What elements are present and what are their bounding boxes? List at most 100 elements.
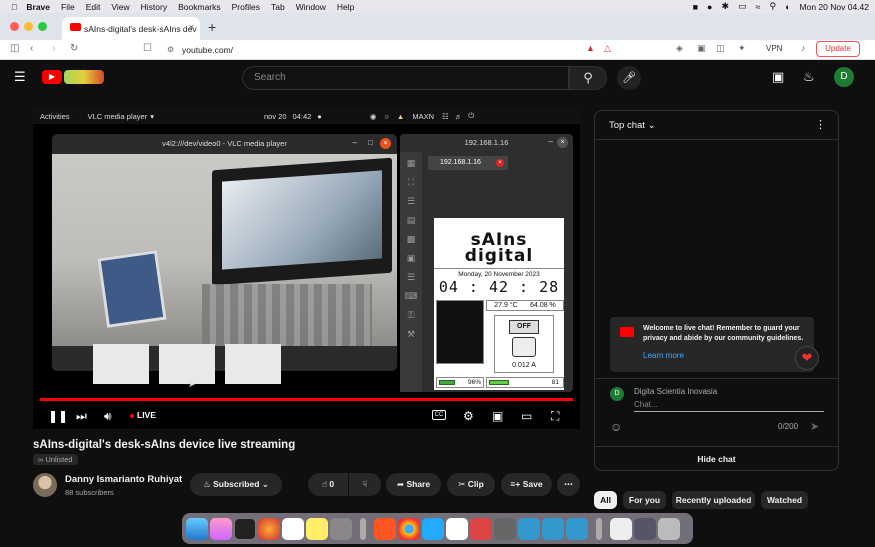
trash-icon[interactable] — [658, 517, 680, 540]
live-badge[interactable]: LIVE — [130, 410, 156, 420]
emoji-icon[interactable]: ☺ — [610, 420, 622, 434]
menu-history[interactable]: History — [141, 2, 167, 12]
pause-button[interactable]: ❚❚ — [48, 408, 68, 424]
calculator-icon[interactable] — [494, 517, 516, 540]
status-app-icon[interactable]: ■ — [693, 2, 698, 12]
voice-search-button[interactable]: 🎤︎ — [617, 66, 641, 90]
chevron-down-icon[interactable]: ⌄ — [648, 120, 656, 131]
sidebar-toggle-icon[interactable]: ◫ — [10, 43, 19, 54]
close-tab-icon[interactable]: × — [189, 22, 194, 32]
menu-bookmarks[interactable]: Bookmarks — [178, 2, 221, 12]
chip-all[interactable]: All — [594, 491, 617, 509]
calendar-icon[interactable] — [282, 517, 304, 540]
powerpoint-icon[interactable] — [470, 517, 492, 540]
menu-edit[interactable]: Edit — [86, 2, 101, 12]
close-window-button[interactable] — [10, 22, 19, 31]
account-avatar[interactable]: D — [834, 67, 854, 87]
settings-gear-icon[interactable]: ⚙ — [463, 408, 474, 424]
menu-help[interactable]: Help — [337, 2, 354, 12]
wifi-icon[interactable]: ≈ — [756, 2, 761, 12]
window-thumbnail-icon[interactable] — [634, 517, 656, 540]
leo-ai-icon[interactable]: ✦ — [738, 43, 746, 54]
subscribed-button[interactable]: ♨ Subscribed ⌄ — [190, 473, 282, 496]
bookmark-icon[interactable]: ☐ — [143, 43, 152, 54]
dislike-button[interactable]: ☟ — [349, 473, 381, 496]
hide-chat-button[interactable]: Hide chat — [595, 446, 838, 471]
menu-app-name[interactable]: Brave — [26, 2, 50, 12]
notes-icon[interactable] — [306, 517, 328, 540]
brave-rewards-icon[interactable]: △ — [604, 43, 611, 54]
bluetooth-icon[interactable]: ✱ — [721, 1, 729, 12]
update-button[interactable]: Update — [816, 41, 860, 57]
extensions-icon[interactable]: ◈ — [676, 43, 683, 54]
chip-for-you[interactable]: For you — [623, 491, 666, 509]
share-button[interactable]: ➦ Share — [386, 473, 441, 496]
menu-view[interactable]: View — [111, 2, 129, 12]
brave-icon[interactable] — [374, 517, 396, 540]
status-app-icon-2[interactable]: ● — [707, 2, 712, 12]
browser-tab-active[interactable]: sAIns-digital's desk-sAIns dev × — [62, 17, 200, 40]
miniplayer-button[interactable]: ▣ — [492, 408, 503, 424]
video-player[interactable]: Activities VLC media player ▾ nov 20 04:… — [33, 108, 580, 429]
chip-recently-uploaded[interactable]: Recently uploaded — [672, 491, 755, 509]
chrome-icon[interactable] — [398, 517, 420, 540]
media-icon[interactable]: ♪ — [801, 43, 806, 53]
vnc-viewer-icon-3[interactable] — [566, 517, 588, 540]
youtube-doodle-logo[interactable] — [64, 70, 104, 84]
apple-menu-icon[interactable]:  — [11, 2, 17, 12]
live-progress-bar[interactable] — [40, 398, 573, 401]
menu-tab[interactable]: Tab — [271, 2, 285, 12]
top-chat-dropdown[interactable]: Top chat — [609, 120, 645, 131]
vnc-viewer-icon-2[interactable] — [542, 517, 564, 540]
search-input[interactable]: Search — [242, 66, 569, 90]
address-bar[interactable]: ⚙ youtube.com/ — [160, 42, 627, 58]
menu-window[interactable]: Window — [296, 2, 326, 12]
launchpad-icon[interactable] — [210, 517, 232, 540]
forward-button[interactable]: › — [52, 43, 55, 54]
back-button[interactable]: ‹ — [30, 43, 33, 54]
terminal-icon[interactable] — [234, 517, 256, 540]
sidebar-icon[interactable]: ◫ — [716, 43, 725, 54]
volume-button[interactable]: 🔊︎ — [104, 408, 112, 424]
menubar-clock[interactable]: Mon 20 Nov 04.42 — [800, 2, 869, 12]
minimize-window-button[interactable] — [24, 22, 33, 31]
system-settings-icon[interactable] — [330, 517, 352, 540]
menu-file[interactable]: File — [61, 2, 75, 12]
battery-icon[interactable]: ▭ — [738, 1, 747, 12]
wallet-icon[interactable]: ▣ — [697, 43, 706, 54]
hamburger-menu-icon[interactable]: ☰ — [14, 69, 26, 85]
brave-shields-icon[interactable]: ▲ — [586, 43, 595, 53]
subtitles-button[interactable]: CC — [432, 410, 446, 420]
search-button[interactable]: ⚲ — [569, 66, 607, 90]
fullscreen-button[interactable]: ⛶ — [551, 408, 559, 424]
site-settings-icon[interactable]: ⚙ — [167, 42, 174, 58]
send-icon[interactable]: ➤ — [810, 420, 819, 433]
vnc-viewer-icon[interactable] — [518, 517, 540, 540]
notifications-bell-icon[interactable]: ♨ — [803, 69, 815, 85]
heart-reaction-button[interactable]: ❤ — [795, 346, 819, 370]
finder-icon[interactable] — [186, 517, 208, 540]
youtube-logo[interactable]: ▶ — [42, 70, 62, 84]
slack-icon[interactable] — [446, 517, 468, 540]
spotlight-search-icon[interactable]: ⚲ — [770, 1, 777, 12]
like-button[interactable]: ☝ 0 — [308, 473, 348, 496]
reload-button[interactable]: ↻ — [70, 43, 78, 54]
theater-mode-button[interactable]: ▭ — [521, 408, 532, 424]
vpn-button[interactable]: VPN — [766, 44, 782, 53]
clip-button[interactable]: ✂ Clip — [447, 473, 495, 496]
chip-watched[interactable]: Watched — [761, 491, 808, 509]
chat-input[interactable]: Chat... — [634, 400, 824, 412]
channel-name[interactable]: Danny Ismarianto Ruhiyat — [65, 474, 182, 485]
menu-profiles[interactable]: Profiles — [232, 2, 260, 12]
more-actions-button[interactable]: ⋯ — [557, 473, 580, 496]
control-center-icon[interactable]: ◐ — [785, 2, 790, 12]
save-button[interactable]: ≡+ Save — [501, 473, 552, 496]
zoom-window-button[interactable] — [38, 22, 47, 31]
learn-more-link[interactable]: Learn more — [643, 351, 684, 360]
firefox-icon[interactable] — [258, 517, 280, 540]
new-tab-button[interactable]: + — [208, 19, 216, 35]
chat-more-icon[interactable]: ⋮ — [815, 111, 826, 140]
create-video-icon[interactable]: ▣ — [772, 69, 784, 85]
qr-code-icon[interactable] — [610, 517, 632, 540]
telegram-icon[interactable] — [422, 517, 444, 540]
